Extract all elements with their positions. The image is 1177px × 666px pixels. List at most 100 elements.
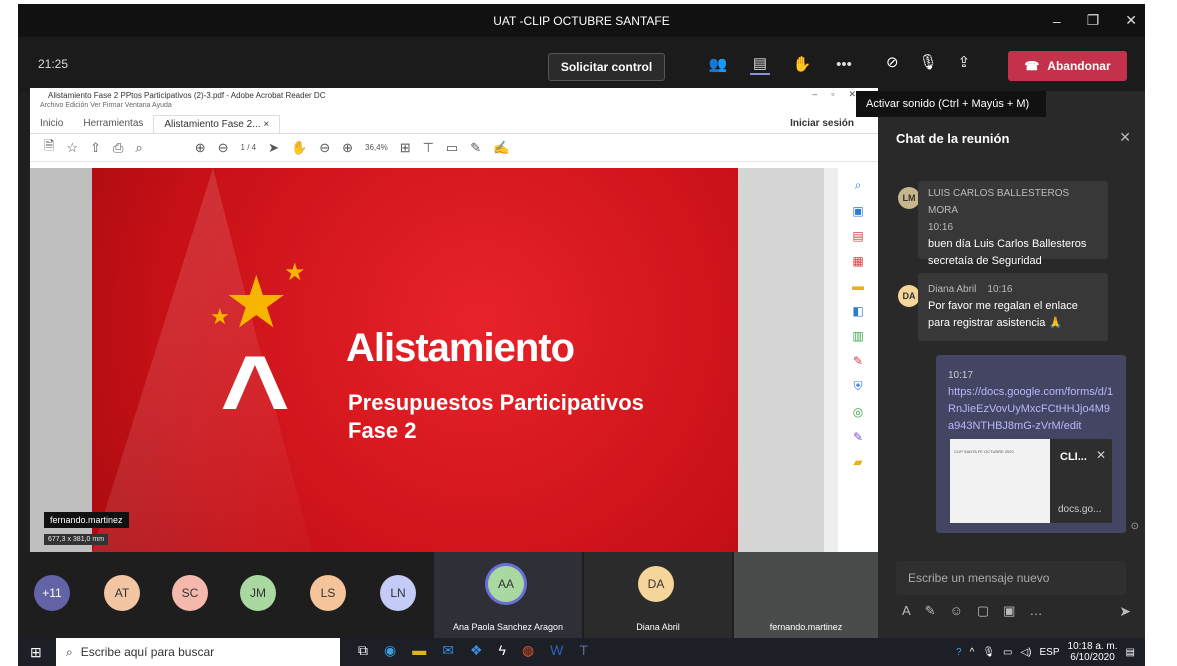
link-thumbnail: CLIP SANTA FE OCTUBRE 2020 xyxy=(950,439,1050,523)
participant-avatar[interactable]: AT xyxy=(104,575,140,611)
leave-button[interactable]: ☎ Abandonar xyxy=(1008,51,1127,81)
edit-pdf-icon[interactable]: ▦ xyxy=(852,254,863,268)
upload-icon[interactable]: ⇧ xyxy=(90,140,101,156)
close-preview-icon[interactable]: ✕ xyxy=(1096,447,1106,464)
teams-icon[interactable]: T xyxy=(579,642,588,659)
camera-off-icon[interactable]: ⊘ xyxy=(886,53,899,71)
participant-avatar[interactable]: LN xyxy=(380,575,416,611)
more-icon[interactable]: … xyxy=(1029,603,1042,619)
form-link[interactable]: https://docs.google.com/forms/d/1RnJieEz… xyxy=(948,384,1114,435)
print-icon[interactable]: ⎙ xyxy=(113,140,123,156)
next-page-icon[interactable]: ⊖ xyxy=(218,140,229,156)
signin-link[interactable]: Iniciar sesión xyxy=(780,118,864,129)
seen-icon: ⊙ xyxy=(1130,521,1139,532)
participant-avatar[interactable]: LS xyxy=(310,575,346,611)
fill-sign-icon[interactable]: ✎ xyxy=(853,354,863,368)
zoom-out-icon[interactable]: ⊖ xyxy=(319,140,330,156)
prev-page-icon[interactable]: ⊕ xyxy=(195,140,206,156)
organize-icon[interactable]: ▥ xyxy=(852,329,863,343)
video-tile[interactable]: DA Diana Abril xyxy=(584,552,732,638)
cursor-icon[interactable]: ➤ xyxy=(268,140,279,156)
mic-off-icon[interactable]: 🎙 xyxy=(919,53,938,71)
combine-icon[interactable]: ◧ xyxy=(852,304,863,318)
maximize-icon[interactable]: ❐ xyxy=(1087,12,1100,29)
teams-window: UAT -CLIP OCTUBRE SANTAFE – ❐ ✕ 21:25 So… xyxy=(18,4,1145,638)
format-icon[interactable]: A xyxy=(902,603,911,619)
chrome-icon[interactable]: ◍ xyxy=(522,642,534,659)
attach-icon[interactable]: ✎ xyxy=(925,603,936,619)
participants-icon[interactable]: 👥 xyxy=(708,53,728,75)
shared-screen: Alistamiento Fase 2 PPtos Participativos… xyxy=(30,88,878,552)
network-icon[interactable]: ▭ xyxy=(1003,647,1012,658)
zoom-level[interactable]: 36,4% xyxy=(365,143,388,152)
volume-icon[interactable]: ◁) xyxy=(1020,647,1031,658)
participant-avatar[interactable]: JM xyxy=(240,575,276,611)
clock-date: 6/10/2020 xyxy=(1070,652,1115,663)
help-icon[interactable]: ? xyxy=(956,647,962,658)
close-icon[interactable]: ✕ xyxy=(1125,12,1137,29)
start-icon[interactable]: ⊞ xyxy=(30,644,42,661)
more-actions-icon[interactable]: ••• xyxy=(834,53,854,75)
export-pdf-icon[interactable]: ▣ xyxy=(852,204,863,218)
word-icon[interactable]: W xyxy=(550,642,563,659)
sign-icon[interactable]: ✍ xyxy=(493,140,509,156)
send-sign-icon[interactable]: ✎ xyxy=(853,430,863,444)
edge-icon[interactable]: ◉ xyxy=(384,642,396,659)
language[interactable]: ESP xyxy=(1040,647,1060,658)
participant-avatar[interactable]: SC xyxy=(172,575,208,611)
gif-icon[interactable]: ▢ xyxy=(977,603,989,619)
acrobat-menu[interactable]: Archivo Edición Ver Firmar Ventana Ayuda xyxy=(30,102,878,114)
tab-document[interactable]: Alistamiento Fase 2... × xyxy=(153,114,281,133)
comment-icon[interactable]: ▭ xyxy=(446,140,458,156)
more-tools-icon[interactable]: ▰ xyxy=(853,455,862,469)
more-participants[interactable]: +11 xyxy=(34,575,70,611)
hand-icon[interactable]: ✋ xyxy=(291,140,307,156)
dropbox-icon[interactable]: ❖ xyxy=(470,642,483,659)
page-indicator[interactable]: 1 / 4 xyxy=(241,143,257,152)
avatar: DA xyxy=(898,285,920,307)
vertical-scrollbar[interactable] xyxy=(824,168,838,552)
sticker-icon[interactable]: ▣ xyxy=(1003,603,1015,619)
video-tile[interactable]: AA Ana Paola Sanchez Aragon xyxy=(434,552,582,638)
mail-icon[interactable]: ✉ xyxy=(442,642,454,659)
chat-icon[interactable]: ▤ xyxy=(750,53,770,75)
pen-icon[interactable]: ✎ xyxy=(470,140,481,156)
raise-hand-icon[interactable]: ✋ xyxy=(792,53,812,75)
optimize-icon[interactable]: ◎ xyxy=(853,405,863,419)
save-icon[interactable]: 🗎 xyxy=(44,137,54,159)
slide-title: Alistamiento xyxy=(346,326,575,370)
share-screen-icon[interactable]: ⇪ xyxy=(958,53,971,71)
tab-inicio[interactable]: Inicio xyxy=(30,118,73,129)
fit-icon[interactable]: ⊞ xyxy=(400,140,411,156)
tray-chevron-icon[interactable]: ^ xyxy=(970,647,975,658)
participant-name: Diana Abril xyxy=(636,622,680,632)
notifications-icon[interactable]: ▤ xyxy=(1126,647,1135,658)
video-tile[interactable]: fernando.martinez xyxy=(734,552,878,638)
minimize-icon[interactable]: – xyxy=(1053,13,1061,29)
comment-tool-icon[interactable]: ▬ xyxy=(852,279,864,293)
file-explorer-icon[interactable]: ▬ xyxy=(412,642,426,659)
zoom-in-icon[interactable]: ⊕ xyxy=(342,140,353,156)
close-chat-icon[interactable]: ✕ xyxy=(1119,129,1131,146)
link-preview-card[interactable]: CLIP SANTA FE OCTUBRE 2020 CLI... ✕ docs… xyxy=(950,439,1112,523)
task-view-icon[interactable]: ⧉ xyxy=(358,642,368,659)
request-control-button[interactable]: Solicitar control xyxy=(548,53,665,81)
tab-herramientas[interactable]: Herramientas xyxy=(73,118,153,129)
protect-icon[interactable]: ⛨ xyxy=(853,379,862,394)
scroll-icon[interactable]: ⊤ xyxy=(423,140,434,156)
send-icon[interactable]: ➤ xyxy=(1119,603,1131,620)
slide-subtitle: Presupuestos Participativos xyxy=(348,390,644,415)
message-input[interactable]: Escribe un mensaje nuevo xyxy=(896,561,1126,595)
search-icon[interactable]: ⌕ xyxy=(135,140,142,156)
create-pdf-icon[interactable]: ▤ xyxy=(852,229,863,243)
zoom-icon[interactable]: ⌕ xyxy=(855,178,862,193)
app-icon[interactable]: ϟ xyxy=(499,642,506,659)
clock[interactable]: 10:18 a. m. 6/10/2020 xyxy=(1068,641,1118,663)
emoji-icon[interactable]: ☺ xyxy=(950,603,963,619)
bookmark-icon[interactable]: ☆ xyxy=(66,140,78,156)
meeting-timer: 21:25 xyxy=(38,57,69,71)
page-size: 677,3 x 381,0 mm xyxy=(44,534,109,545)
mic-icon[interactable]: 🎙 xyxy=(982,647,995,658)
taskbar-search[interactable]: ⌕ Escribe aquí para buscar xyxy=(56,638,340,666)
participant-strip: +11 AT SC JM LS LN AA Ana Paola Sanchez … xyxy=(18,552,878,638)
